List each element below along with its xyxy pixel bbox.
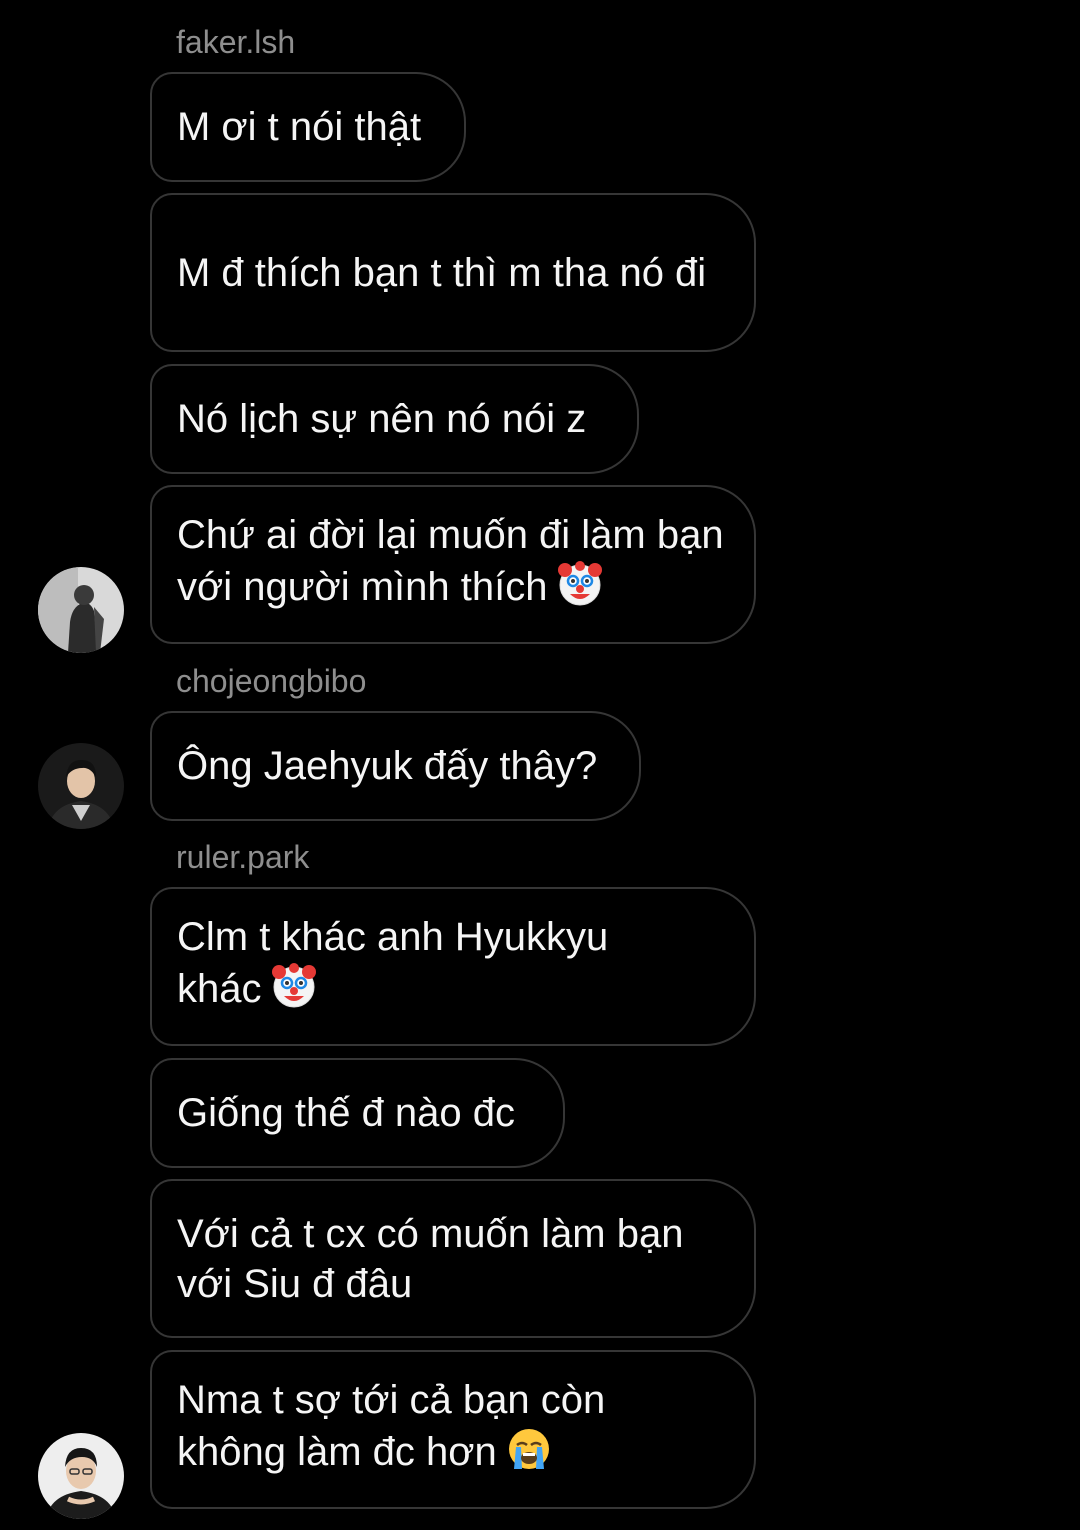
sender-username: ruler.park [176, 839, 310, 875]
message-bubble[interactable]: M ơi t nói thật [150, 72, 466, 182]
clown-face-icon [556, 560, 604, 620]
message-text: Clm t khác anh Hyukkyu khác [177, 914, 609, 1011]
clown-face-icon [270, 962, 318, 1022]
message-text: Với cả t cx có muốn làm bạn với Siu đ đâ… [177, 1211, 684, 1306]
message-bubble[interactable]: M đ thích bạn t thì m tha nó đi [150, 193, 756, 352]
message-bubble[interactable]: Chứ ai đời lại muốn đi làm bạn với người… [150, 485, 756, 644]
avatar[interactable] [38, 567, 124, 653]
profile-photo-icon [38, 567, 124, 653]
message-bubble[interactable]: Nó lịch sự nên nó nói z [150, 364, 639, 474]
avatar[interactable] [38, 1433, 124, 1519]
message-bubble[interactable]: Clm t khác anh Hyukkyu khác [150, 887, 756, 1046]
message-bubble[interactable]: Với cả t cx có muốn làm bạn với Siu đ đâ… [150, 1179, 756, 1338]
message-bubble[interactable]: Nma t sợ tới cả bạn còn không làm đc hơn [150, 1350, 756, 1509]
sender-username: chojeongbibo [176, 663, 367, 699]
sender-username: faker.lsh [176, 24, 296, 60]
message-text: Chứ ai đời lại muốn đi làm bạn với người… [177, 512, 724, 609]
message-text: M ơi t nói thật [177, 105, 422, 149]
message-text: Giống thế đ nào đc [177, 1091, 516, 1135]
message-text: M đ thích bạn t thì m tha nó đi [177, 250, 707, 295]
message-bubble[interactable]: Ông Jaehyuk đấy thây? [150, 711, 641, 821]
message-bubble[interactable]: Giống thế đ nào đc [150, 1058, 565, 1168]
message-text: Nó lịch sự nên nó nói z [177, 397, 587, 441]
avatar[interactable] [38, 743, 124, 829]
profile-photo-icon [38, 1433, 124, 1519]
loudly-crying-face-icon [505, 1425, 553, 1485]
profile-photo-icon [38, 743, 124, 829]
message-text: Ông Jaehyuk đấy thây? [177, 744, 598, 788]
